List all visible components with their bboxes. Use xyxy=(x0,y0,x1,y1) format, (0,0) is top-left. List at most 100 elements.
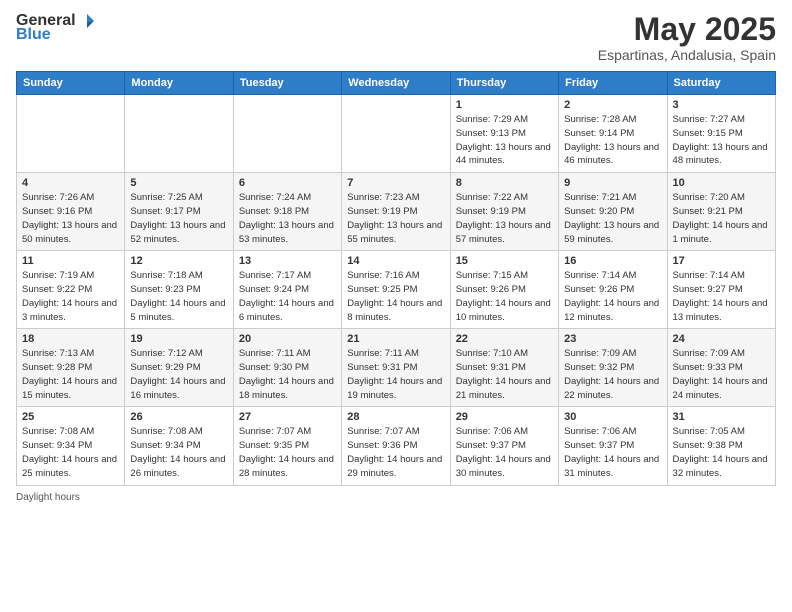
footer: Daylight hours xyxy=(16,492,776,503)
col-wednesday: Wednesday xyxy=(342,72,450,95)
day-info: Sunrise: 7:09 AMSunset: 9:32 PMDaylight:… xyxy=(564,347,661,402)
day-cell xyxy=(233,95,341,173)
day-info: Sunrise: 7:06 AMSunset: 9:37 PMDaylight:… xyxy=(564,425,661,480)
day-number: 22 xyxy=(456,333,553,345)
day-info: Sunrise: 7:11 AMSunset: 9:31 PMDaylight:… xyxy=(347,347,444,402)
day-cell: 23 Sunrise: 7:09 AMSunset: 9:32 PMDayligh… xyxy=(559,329,667,407)
day-cell xyxy=(342,95,450,173)
day-info: Sunrise: 7:15 AMSunset: 9:26 PMDaylight:… xyxy=(456,269,553,324)
day-cell: 5 Sunrise: 7:25 AMSunset: 9:17 PMDaylight… xyxy=(125,173,233,251)
day-number: 6 xyxy=(239,177,336,189)
day-cell: 2Sunrise: 7:28 AMSunset: 9:14 PMDaylight… xyxy=(559,95,667,173)
day-number: 25 xyxy=(22,411,119,423)
col-friday: Friday xyxy=(559,72,667,95)
day-number: 15 xyxy=(456,255,553,267)
day-info: Sunrise: 7:07 AMSunset: 9:36 PMDaylight:… xyxy=(347,425,444,480)
day-cell: 4 Sunrise: 7:26 AMSunset: 9:16 PMDaylight… xyxy=(17,173,125,251)
day-cell: 11Sunrise: 7:19 AMSunset: 9:22 PMDayligh… xyxy=(17,251,125,329)
day-number: 3 xyxy=(673,99,770,111)
day-number: 28 xyxy=(347,411,444,423)
day-cell: 16Sunrise: 7:14 AMSunset: 9:26 PMDayligh… xyxy=(559,251,667,329)
day-info: Sunrise: 7:14 AMSunset: 9:27 PMDaylight:… xyxy=(673,269,770,324)
day-info: Sunrise: 7:22 AMSunset: 9:19 PMDaylight:… xyxy=(456,191,553,246)
day-cell: 27Sunrise: 7:07 AMSunset: 9:35 PMDayligh… xyxy=(233,407,341,485)
week-row-1: 1 Sunrise: 7:29 AMSunset: 9:13 PMDaylight… xyxy=(17,95,776,173)
calendar-table: Sunday Monday Tuesday Wednesday Thursday… xyxy=(16,71,776,485)
col-sunday: Sunday xyxy=(17,72,125,95)
day-cell: 19 Sunrise: 7:12 AMSunset: 9:29 PMDayligh… xyxy=(125,329,233,407)
day-cell: 29 Sunrise: 7:06 AMSunset: 9:37 PMDayligh… xyxy=(450,407,558,485)
day-cell: 10 Sunrise: 7:20 AMSunset: 9:21 PMDayligh… xyxy=(667,173,775,251)
day-number: 9 xyxy=(564,177,661,189)
day-cell: 9Sunrise: 7:21 AMSunset: 9:20 PMDaylight… xyxy=(559,173,667,251)
subtitle: Espartinas, Andalusia, Spain xyxy=(598,47,776,63)
day-info: Sunrise: 7:08 AMSunset: 9:34 PMDaylight:… xyxy=(22,425,119,480)
day-number: 19 xyxy=(130,333,227,345)
day-info: Sunrise: 7:09 AMSunset: 9:33 PMDaylight:… xyxy=(673,347,770,402)
day-cell: 22Sunrise: 7:10 AMSunset: 9:31 PMDayligh… xyxy=(450,329,558,407)
day-number: 26 xyxy=(130,411,227,423)
day-info: Sunrise: 7:12 AMSunset: 9:29 PMDaylight:… xyxy=(130,347,227,402)
col-monday: Monday xyxy=(125,72,233,95)
day-number: 29 xyxy=(456,411,553,423)
day-number: 17 xyxy=(673,255,770,267)
day-number: 20 xyxy=(239,333,336,345)
day-number: 14 xyxy=(347,255,444,267)
day-number: 24 xyxy=(673,333,770,345)
day-info: Sunrise: 7:26 AMSunset: 9:16 PMDaylight:… xyxy=(22,191,119,246)
day-number: 1 xyxy=(456,99,553,111)
day-info: Sunrise: 7:13 AMSunset: 9:28 PMDaylight:… xyxy=(22,347,119,402)
col-saturday: Saturday xyxy=(667,72,775,95)
col-thursday: Thursday xyxy=(450,72,558,95)
day-info: Sunrise: 7:29 AMSunset: 9:13 PMDaylight:… xyxy=(456,113,553,168)
day-cell: 3Sunrise: 7:27 AMSunset: 9:15 PMDaylight… xyxy=(667,95,775,173)
day-info: Sunrise: 7:05 AMSunset: 9:38 PMDaylight:… xyxy=(673,425,770,480)
day-number: 18 xyxy=(22,333,119,345)
logo-blue: Blue xyxy=(16,26,51,44)
header: General Blue May 2025 Espartinas, Andalu… xyxy=(16,12,776,63)
day-cell: 28 Sunrise: 7:07 AMSunset: 9:36 PMDayligh… xyxy=(342,407,450,485)
day-number: 5 xyxy=(130,177,227,189)
day-info: Sunrise: 7:18 AMSunset: 9:23 PMDaylight:… xyxy=(130,269,227,324)
week-row-2: 4 Sunrise: 7:26 AMSunset: 9:16 PMDaylight… xyxy=(17,173,776,251)
day-number: 21 xyxy=(347,333,444,345)
day-cell: 14Sunrise: 7:16 AMSunset: 9:25 PMDayligh… xyxy=(342,251,450,329)
day-info: Sunrise: 7:23 AMSunset: 9:19 PMDaylight:… xyxy=(347,191,444,246)
day-cell: 17 Sunrise: 7:14 AMSunset: 9:27 PMDayligh… xyxy=(667,251,775,329)
day-info: Sunrise: 7:08 AMSunset: 9:34 PMDaylight:… xyxy=(130,425,227,480)
day-number: 4 xyxy=(22,177,119,189)
day-info: Sunrise: 7:25 AMSunset: 9:17 PMDaylight:… xyxy=(130,191,227,246)
day-cell xyxy=(125,95,233,173)
day-info: Sunrise: 7:06 AMSunset: 9:37 PMDaylight:… xyxy=(456,425,553,480)
day-info: Sunrise: 7:20 AMSunset: 9:21 PMDaylight:… xyxy=(673,191,770,246)
day-number: 12 xyxy=(130,255,227,267)
day-cell: 21 Sunrise: 7:11 AMSunset: 9:31 PMDayligh… xyxy=(342,329,450,407)
day-cell: 1 Sunrise: 7:29 AMSunset: 9:13 PMDaylight… xyxy=(450,95,558,173)
day-cell: 25 Sunrise: 7:08 AMSunset: 9:34 PMDayligh… xyxy=(17,407,125,485)
page: General Blue May 2025 Espartinas, Andalu… xyxy=(0,0,792,612)
day-cell: 6 Sunrise: 7:24 AMSunset: 9:18 PMDaylight… xyxy=(233,173,341,251)
day-number: 27 xyxy=(239,411,336,423)
day-number: 23 xyxy=(564,333,661,345)
day-cell: 31Sunrise: 7:05 AMSunset: 9:38 PMDayligh… xyxy=(667,407,775,485)
daylight-label: Daylight hours xyxy=(16,492,80,503)
logo-flag-icon xyxy=(78,12,96,30)
day-cell xyxy=(17,95,125,173)
day-cell: 30 Sunrise: 7:06 AMSunset: 9:37 PMDayligh… xyxy=(559,407,667,485)
day-cell: 26 Sunrise: 7:08 AMSunset: 9:34 PMDayligh… xyxy=(125,407,233,485)
week-row-4: 18 Sunrise: 7:13 AMSunset: 9:28 PMDayligh… xyxy=(17,329,776,407)
col-tuesday: Tuesday xyxy=(233,72,341,95)
day-number: 30 xyxy=(564,411,661,423)
title-area: May 2025 Espartinas, Andalusia, Spain xyxy=(598,12,776,63)
calendar-header-row: Sunday Monday Tuesday Wednesday Thursday… xyxy=(17,72,776,95)
day-info: Sunrise: 7:28 AMSunset: 9:14 PMDaylight:… xyxy=(564,113,661,168)
day-info: Sunrise: 7:24 AMSunset: 9:18 PMDaylight:… xyxy=(239,191,336,246)
day-number: 10 xyxy=(673,177,770,189)
day-cell: 8Sunrise: 7:22 AMSunset: 9:19 PMDaylight… xyxy=(450,173,558,251)
week-row-3: 11Sunrise: 7:19 AMSunset: 9:22 PMDayligh… xyxy=(17,251,776,329)
day-cell: 15 Sunrise: 7:15 AMSunset: 9:26 PMDayligh… xyxy=(450,251,558,329)
day-info: Sunrise: 7:19 AMSunset: 9:22 PMDaylight:… xyxy=(22,269,119,324)
day-info: Sunrise: 7:11 AMSunset: 9:30 PMDaylight:… xyxy=(239,347,336,402)
day-number: 13 xyxy=(239,255,336,267)
day-cell: 24 Sunrise: 7:09 AMSunset: 9:33 PMDayligh… xyxy=(667,329,775,407)
